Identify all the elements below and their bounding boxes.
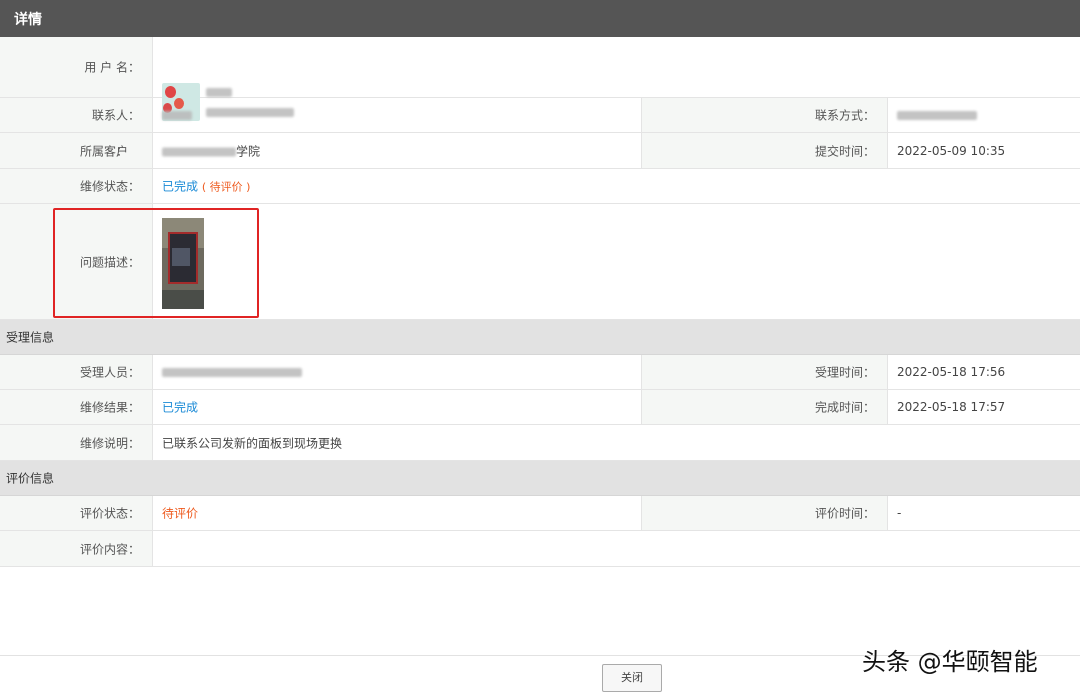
- dialog-header: 详情: [0, 0, 1080, 37]
- dialog-title: 详情: [14, 12, 42, 28]
- repair-status-value: 已完成: [162, 179, 199, 194]
- eval-content-row: 评价内容：: [0, 531, 1080, 567]
- username-row: 用 户 名：: [0, 37, 1080, 121]
- contact-label: 联系人：: [91, 108, 140, 123]
- finish-time-label: 完成时间：: [814, 400, 875, 415]
- note-label: 维修说明：: [79, 436, 140, 450]
- note-row: 维修说明： 已联系公司发新的面板到现场更换: [0, 425, 1080, 461]
- handler-label: 受理人员：: [79, 365, 140, 380]
- evaluation-section-title: 评价信息: [6, 471, 55, 486]
- contact-value-redacted: [162, 108, 192, 122]
- submit-time-label: 提交时间：: [814, 144, 875, 158]
- submit-time-value: 2022-05-09 10:35: [897, 143, 1006, 158]
- repair-status-sub: ( 待评价 ): [201, 180, 251, 194]
- eval-time-label: 评价时间：: [814, 506, 875, 521]
- repair-status-label: 维修状态：: [79, 179, 140, 194]
- contact-row: 联系人： 联系方式：: [0, 98, 1080, 133]
- username-label: 用 户 名：: [84, 60, 140, 75]
- customer-row: 所属客户： 学院 提交时间： 2022-05-09 10:35: [0, 133, 1080, 169]
- result-label: 维修结果：: [79, 400, 140, 415]
- accept-time-label: 受理时间：: [814, 365, 875, 380]
- result-row: 维修结果： 已完成 完成时间： 2022-05-18 17:57: [0, 390, 1080, 425]
- evaluation-section-header: 评价信息: [0, 461, 1080, 496]
- username-redacted: [206, 85, 232, 99]
- result-value: 已完成: [162, 400, 199, 415]
- acceptance-section-title: 受理信息: [6, 330, 55, 345]
- handler-row: 受理人员： 受理时间： 2022-05-18 17:56: [0, 355, 1080, 390]
- customer-value: 学院: [162, 142, 260, 159]
- acceptance-section-header: 受理信息: [0, 320, 1080, 355]
- eval-status-label: 评价状态：: [79, 506, 140, 521]
- eval-time-value: -: [897, 506, 902, 520]
- accept-time-value: 2022-05-18 17:56: [897, 365, 1006, 379]
- eval-status-value: 待评价: [162, 506, 199, 521]
- close-button[interactable]: 关闭: [602, 664, 662, 692]
- repair-status-row: 维修状态： 已完成 ( 待评价 ): [0, 169, 1080, 204]
- customer-label-colon: ：: [115, 144, 128, 158]
- handler-value-redacted: [162, 365, 302, 379]
- contact-method-label: 联系方式：: [814, 108, 875, 123]
- eval-status-row: 评价状态： 待评价 评价时间： -: [0, 496, 1080, 531]
- watermark: 头条 @华颐智能: [862, 648, 1038, 676]
- eval-content-label: 评价内容：: [79, 542, 140, 556]
- finish-time-value: 2022-05-18 17:57: [897, 400, 1006, 414]
- highlight-box: [53, 208, 259, 318]
- customer-value-text: 学院: [236, 144, 261, 158]
- contact-method-redacted: [897, 108, 977, 122]
- note-value: 已联系公司发新的面板到现场更换: [162, 436, 343, 450]
